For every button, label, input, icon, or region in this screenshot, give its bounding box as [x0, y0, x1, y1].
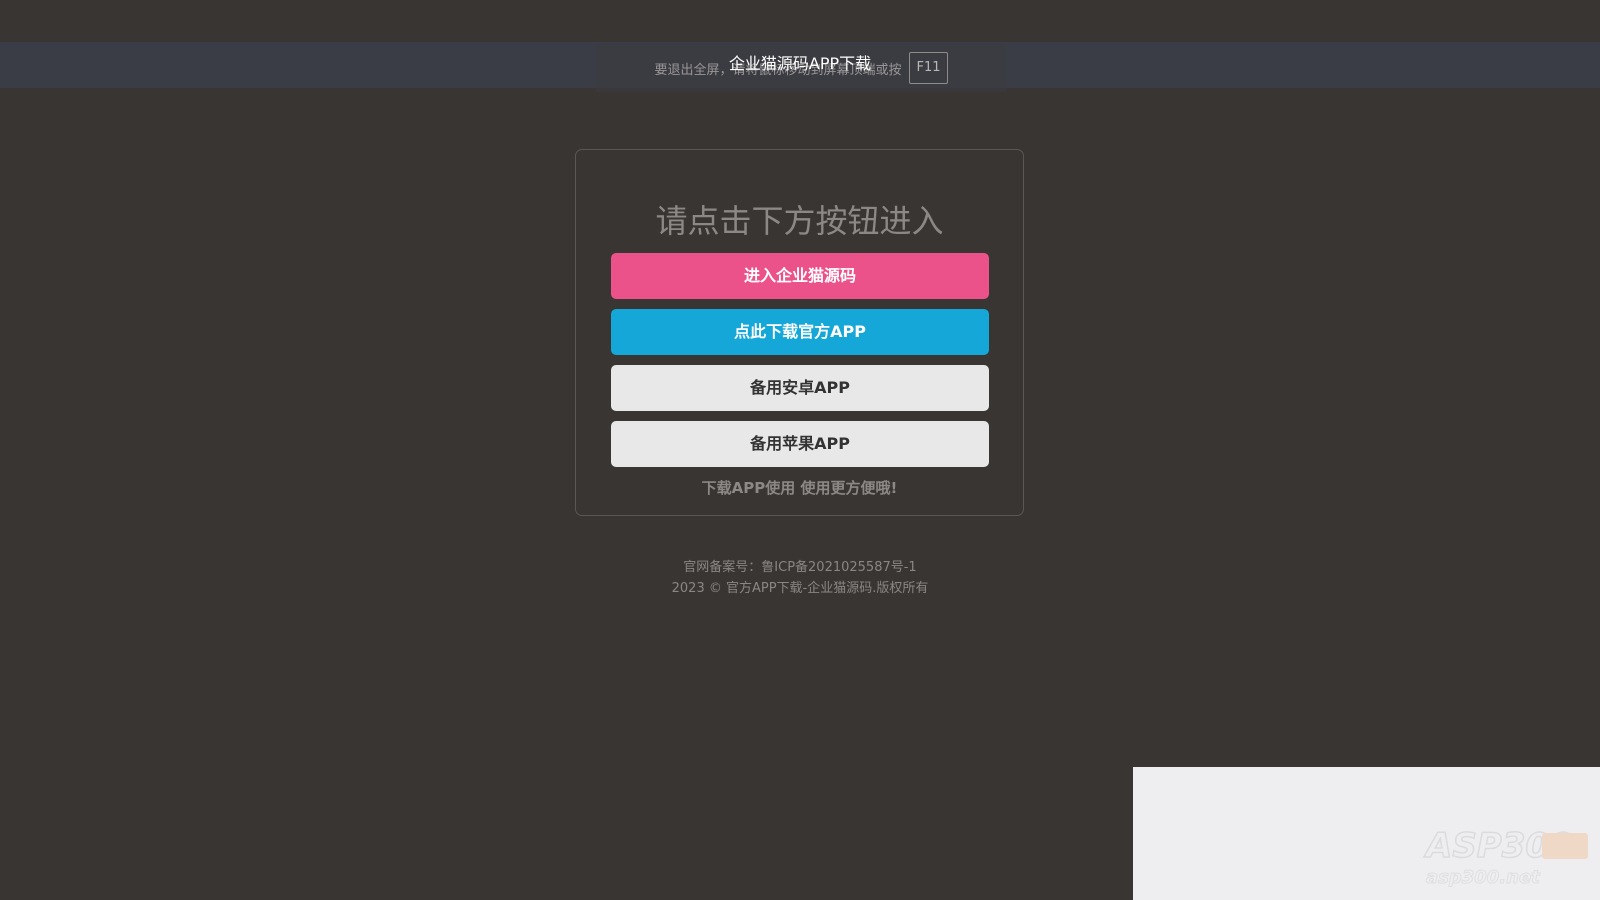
overlay-panel: ASP300 asp300.net: [1133, 767, 1600, 900]
copyright: 2023 © 官方APP下载-企业猫源码.版权所有: [671, 581, 929, 596]
entry-card: 请点击下方按钮进入 进入企业猫源码 点此下载官方APP 备用安卓APP 备用苹果…: [575, 149, 1024, 516]
svg-text:asp300.net: asp300.net: [1426, 867, 1541, 888]
download-tip: 下载APP使用 使用更方便哦!: [701, 479, 898, 497]
icp-record[interactable]: 官网备案号：鲁ICP备2021025587号-1: [0, 557, 1600, 578]
watermark-logo-icon: ASP300 asp300.net: [1422, 825, 1588, 889]
backup-android-button[interactable]: 备用安卓APP: [611, 365, 989, 411]
enter-site-button[interactable]: 进入企业猫源码: [611, 253, 989, 299]
footer: 官网备案号：鲁ICP备2021025587号-1 2023 © 官方APP下载-…: [0, 557, 1600, 599]
card-heading: 请点击下方按钮进入: [655, 202, 944, 240]
backup-ios-button[interactable]: 备用苹果APP: [611, 421, 989, 467]
page-title: 企业猫源码APP下载: [728, 54, 872, 73]
download-app-button[interactable]: 点此下载官方APP: [611, 309, 989, 355]
